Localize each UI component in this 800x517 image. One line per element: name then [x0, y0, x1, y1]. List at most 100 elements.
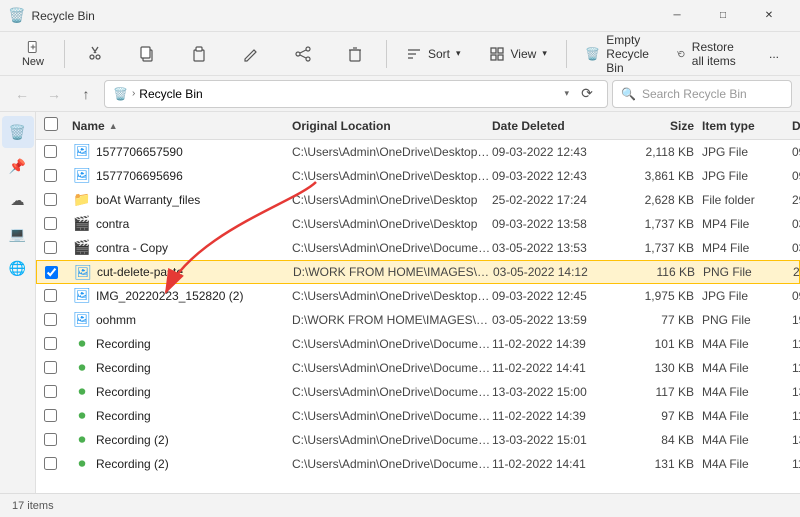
row-checkbox[interactable] [44, 313, 57, 326]
rename-icon [242, 45, 260, 63]
refresh-button[interactable]: ⟳ [575, 82, 599, 106]
row-checkbox[interactable] [44, 169, 57, 182]
row-checkbox[interactable] [44, 241, 57, 254]
file-modified: 29-01-2022 202 [792, 193, 800, 207]
table-row[interactable]: 🖼 cut-delete-paste D:\WORK FROM HOME\IMA… [36, 260, 800, 284]
row-checkbox[interactable] [44, 385, 57, 398]
file-size: 1,737 KB [622, 241, 702, 255]
row-checkbox[interactable] [44, 409, 57, 422]
address-chevron-icon: › [132, 88, 135, 99]
address-box[interactable]: 🗑️ › Recycle Bin ▾ ⟳ [104, 80, 608, 108]
row-checkbox-cell [44, 385, 72, 398]
file-modified: 11-02-2022 14:3 [792, 361, 800, 375]
table-row[interactable]: ⏺ Recording C:\Users\Admin\OneDrive\Docu… [36, 356, 800, 380]
table-row[interactable]: ⏺ Recording (2) C:\Users\Admin\OneDrive\… [36, 428, 800, 452]
row-checkbox[interactable] [45, 266, 58, 279]
file-name: boAt Warranty_files [96, 193, 292, 207]
file-icon: 📁 [72, 190, 92, 210]
address-dropdown-icon[interactable]: ▾ [564, 88, 569, 99]
sidebar-item-recycle[interactable]: 🗑️ [2, 116, 34, 148]
view-button[interactable]: View ▾ [476, 38, 560, 70]
sort-chevron-icon: ▾ [456, 48, 461, 59]
sort-button[interactable]: Sort ▾ [393, 38, 474, 70]
table-row[interactable]: 🖼 oohmm D:\WORK FROM HOME\IMAGES\O&O Di.… [36, 308, 800, 332]
file-deleted: 09-03-2022 13:58 [492, 217, 622, 231]
table-row[interactable]: ⏺ Recording (2) C:\Users\Admin\OneDrive\… [36, 452, 800, 476]
row-checkbox[interactable] [44, 193, 57, 206]
copy-button[interactable] [122, 35, 172, 73]
file-deleted: 11-02-2022 14:41 [492, 457, 622, 471]
row-checkbox[interactable] [44, 457, 57, 470]
file-size: 97 KB [622, 409, 702, 423]
minimize-button[interactable]: ─ [654, 0, 700, 32]
table-row[interactable]: ⏺ Recording C:\Users\Admin\OneDrive\Docu… [36, 332, 800, 356]
view-icon [489, 46, 505, 62]
file-icon: ⏺ [72, 454, 92, 474]
file-icon: 🖼 [72, 142, 92, 162]
view-chevron-icon: ▾ [542, 48, 547, 59]
table-row[interactable]: 🎬 contra C:\Users\Admin\OneDrive\Desktop… [36, 212, 800, 236]
restore-all-button[interactable]: Restore all items [664, 38, 754, 70]
file-name: Recording (2) [96, 433, 292, 447]
search-icon: 🔍 [621, 87, 636, 101]
file-modified: 19-04-2022 21:0 [792, 313, 800, 327]
table-row[interactable]: 🖼 1577706695696 C:\Users\Admin\OneDrive\… [36, 164, 800, 188]
table-row[interactable]: ⏺ Recording C:\Users\Admin\OneDrive\Docu… [36, 380, 800, 404]
table-row[interactable]: 🎬 contra - Copy C:\Users\Admin\OneDrive\… [36, 236, 800, 260]
sort-label: Sort [428, 47, 450, 61]
empty-recycle-button[interactable]: 🗑️ Empty Recycle Bin [572, 38, 662, 70]
file-icon: ⏺ [72, 334, 92, 354]
row-checkbox-cell [44, 361, 72, 374]
file-icon: 🖼 [72, 286, 92, 306]
row-checkbox[interactable] [44, 433, 57, 446]
row-checkbox[interactable] [44, 361, 57, 374]
search-placeholder: Search Recycle Bin [642, 87, 747, 101]
status-bar: 17 items [0, 493, 800, 517]
file-deleted: 09-03-2022 12:45 [492, 289, 622, 303]
file-type: File folder [702, 193, 792, 207]
cut-button[interactable] [70, 35, 120, 73]
table-row[interactable]: 🖼 1577706657590 C:\Users\Admin\OneDrive\… [36, 140, 800, 164]
share-button[interactable] [278, 35, 328, 73]
file-icon: 🖼 [72, 310, 92, 330]
up-button[interactable]: ↑ [72, 80, 100, 108]
maximize-button[interactable]: □ [700, 0, 746, 32]
file-type: PNG File [702, 313, 792, 327]
row-checkbox[interactable] [44, 337, 57, 350]
table-row[interactable]: 🖼 IMG_20220223_152820 (2) C:\Users\Admin… [36, 284, 800, 308]
file-deleted: 03-05-2022 13:59 [492, 313, 622, 327]
row-checkbox-cell [44, 169, 72, 182]
forward-button[interactable]: → [40, 80, 68, 108]
file-deleted: 09-03-2022 12:43 [492, 169, 622, 183]
new-button[interactable]: New [8, 35, 58, 73]
delete-button[interactable] [330, 35, 380, 73]
search-box[interactable]: 🔍 Search Recycle Bin [612, 80, 792, 108]
row-checkbox[interactable] [44, 289, 57, 302]
file-name: Recording [96, 361, 292, 375]
back-button[interactable]: ← [8, 80, 36, 108]
file-list: 🖼 1577706657590 C:\Users\Admin\OneDrive\… [36, 140, 800, 493]
more-button[interactable]: ... [756, 38, 792, 70]
sidebar-item-4[interactable]: 🌐 [2, 252, 34, 284]
close-button[interactable]: ✕ [746, 0, 792, 32]
file-icon: 🖼 [72, 166, 92, 186]
sidebar-item-1[interactable]: 📌 [2, 150, 34, 182]
row-checkbox[interactable] [44, 217, 57, 230]
col-name-header[interactable]: Name ▲ [72, 119, 292, 133]
address-path-icon: 🗑️ [113, 87, 128, 101]
window-title: Recycle Bin [31, 9, 94, 23]
table-row[interactable]: 📁 boAt Warranty_files C:\Users\Admin\One… [36, 188, 800, 212]
select-all-checkbox[interactable] [44, 117, 58, 131]
row-checkbox[interactable] [44, 145, 57, 158]
file-size: 1,975 KB [622, 289, 702, 303]
file-deleted: 13-03-2022 15:00 [492, 385, 622, 399]
sidebar-item-3[interactable]: 💻 [2, 218, 34, 250]
rename-button[interactable] [226, 35, 276, 73]
sidebar-item-2[interactable]: ☁ [2, 184, 34, 216]
file-deleted: 25-02-2022 17:24 [492, 193, 622, 207]
main-content: 🗑️ 📌 ☁ 💻 🌐 Name ▲ [0, 112, 800, 493]
paste-button[interactable] [174, 35, 224, 73]
share-icon [294, 45, 312, 63]
table-row[interactable]: ⏺ Recording C:\Users\Admin\OneDrive\Docu… [36, 404, 800, 428]
file-type: M4A File [702, 337, 792, 351]
